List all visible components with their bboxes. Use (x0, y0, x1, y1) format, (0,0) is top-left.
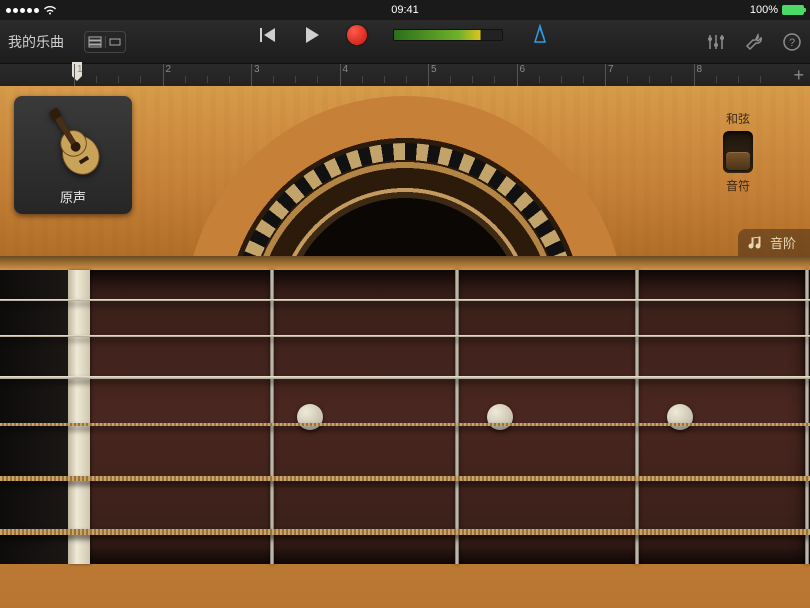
preset-card[interactable]: 原声 (14, 96, 132, 214)
fret (455, 270, 459, 564)
acoustic-guitar-icon (38, 104, 108, 181)
string[interactable] (0, 376, 810, 379)
guitar-body: 原声 和弦 音符 音阶 (0, 86, 810, 256)
view-toggle-single[interactable] (106, 36, 126, 48)
mode-bottom-label: 音符 (726, 177, 750, 194)
control-bar: 我的乐曲 ? (0, 20, 810, 64)
right-tools: ? (706, 32, 802, 52)
fret-marker (487, 404, 513, 430)
string[interactable] (0, 476, 810, 481)
record-button[interactable] (347, 25, 367, 45)
signal-icon (6, 8, 39, 13)
view-toggle[interactable] (84, 31, 126, 53)
view-toggle-tracks[interactable] (85, 36, 106, 48)
status-time: 09:41 (391, 4, 419, 16)
string[interactable] (0, 335, 810, 337)
fret-marker (297, 404, 323, 430)
scale-button[interactable]: 音阶 (738, 229, 810, 256)
status-bar: 09:41 100% (0, 0, 810, 20)
rewind-button[interactable] (259, 27, 277, 43)
record-icon (347, 25, 367, 45)
ruler-mark[interactable]: 3 (251, 64, 260, 86)
level-meter (393, 29, 503, 41)
ruler-mark[interactable]: 8 (694, 64, 703, 86)
mode-switch[interactable] (723, 131, 753, 173)
add-section-button[interactable]: + (793, 65, 804, 86)
fretboard[interactable] (0, 270, 810, 564)
metronome-icon (529, 24, 551, 46)
battery-icon (782, 5, 804, 15)
status-right: 100% (750, 4, 804, 16)
instrument-browser-button[interactable] (529, 24, 551, 46)
wifi-icon (43, 5, 57, 15)
single-icon (109, 36, 121, 48)
fret (270, 270, 274, 564)
fretboard-area (0, 256, 810, 608)
mixer-button[interactable] (706, 33, 726, 51)
sliders-icon (706, 33, 726, 51)
string[interactable] (0, 529, 810, 535)
scale-label: 音阶 (770, 233, 796, 252)
song-title[interactable]: 我的乐曲 (8, 32, 64, 52)
help-icon: ? (782, 32, 802, 52)
status-left (6, 5, 57, 15)
settings-button[interactable] (744, 32, 764, 52)
mode-top-label: 和弦 (726, 110, 750, 127)
ruler-track[interactable]: 1 2 3 4 5 6 7 8 (74, 64, 782, 86)
preset-label: 原声 (60, 187, 86, 206)
string[interactable] (0, 299, 810, 301)
nut (68, 270, 90, 564)
ruler[interactable]: 1 2 3 4 5 6 7 8 + (0, 64, 810, 86)
mode-toggle[interactable]: 和弦 音符 (716, 110, 760, 194)
string[interactable] (0, 423, 810, 426)
fret (635, 270, 639, 564)
rewind-icon (259, 27, 277, 43)
ruler-mark[interactable]: 1 (74, 64, 83, 86)
svg-text:?: ? (789, 37, 795, 49)
ruler-mark[interactable]: 7 (605, 64, 614, 86)
notes-icon (748, 236, 764, 250)
play-button[interactable] (303, 26, 321, 44)
play-icon (303, 26, 321, 44)
fret-marker (667, 404, 693, 430)
wrench-icon (744, 32, 764, 52)
ruler-mark[interactable]: 6 (517, 64, 526, 86)
transport (259, 24, 551, 46)
ruler-mark[interactable]: 5 (428, 64, 437, 86)
ruler-mark[interactable]: 2 (163, 64, 172, 86)
battery-pct: 100% (750, 4, 778, 16)
help-button[interactable]: ? (782, 32, 802, 52)
fret (805, 270, 809, 564)
ruler-mark[interactable]: 4 (340, 64, 349, 86)
rows-icon (88, 36, 102, 48)
